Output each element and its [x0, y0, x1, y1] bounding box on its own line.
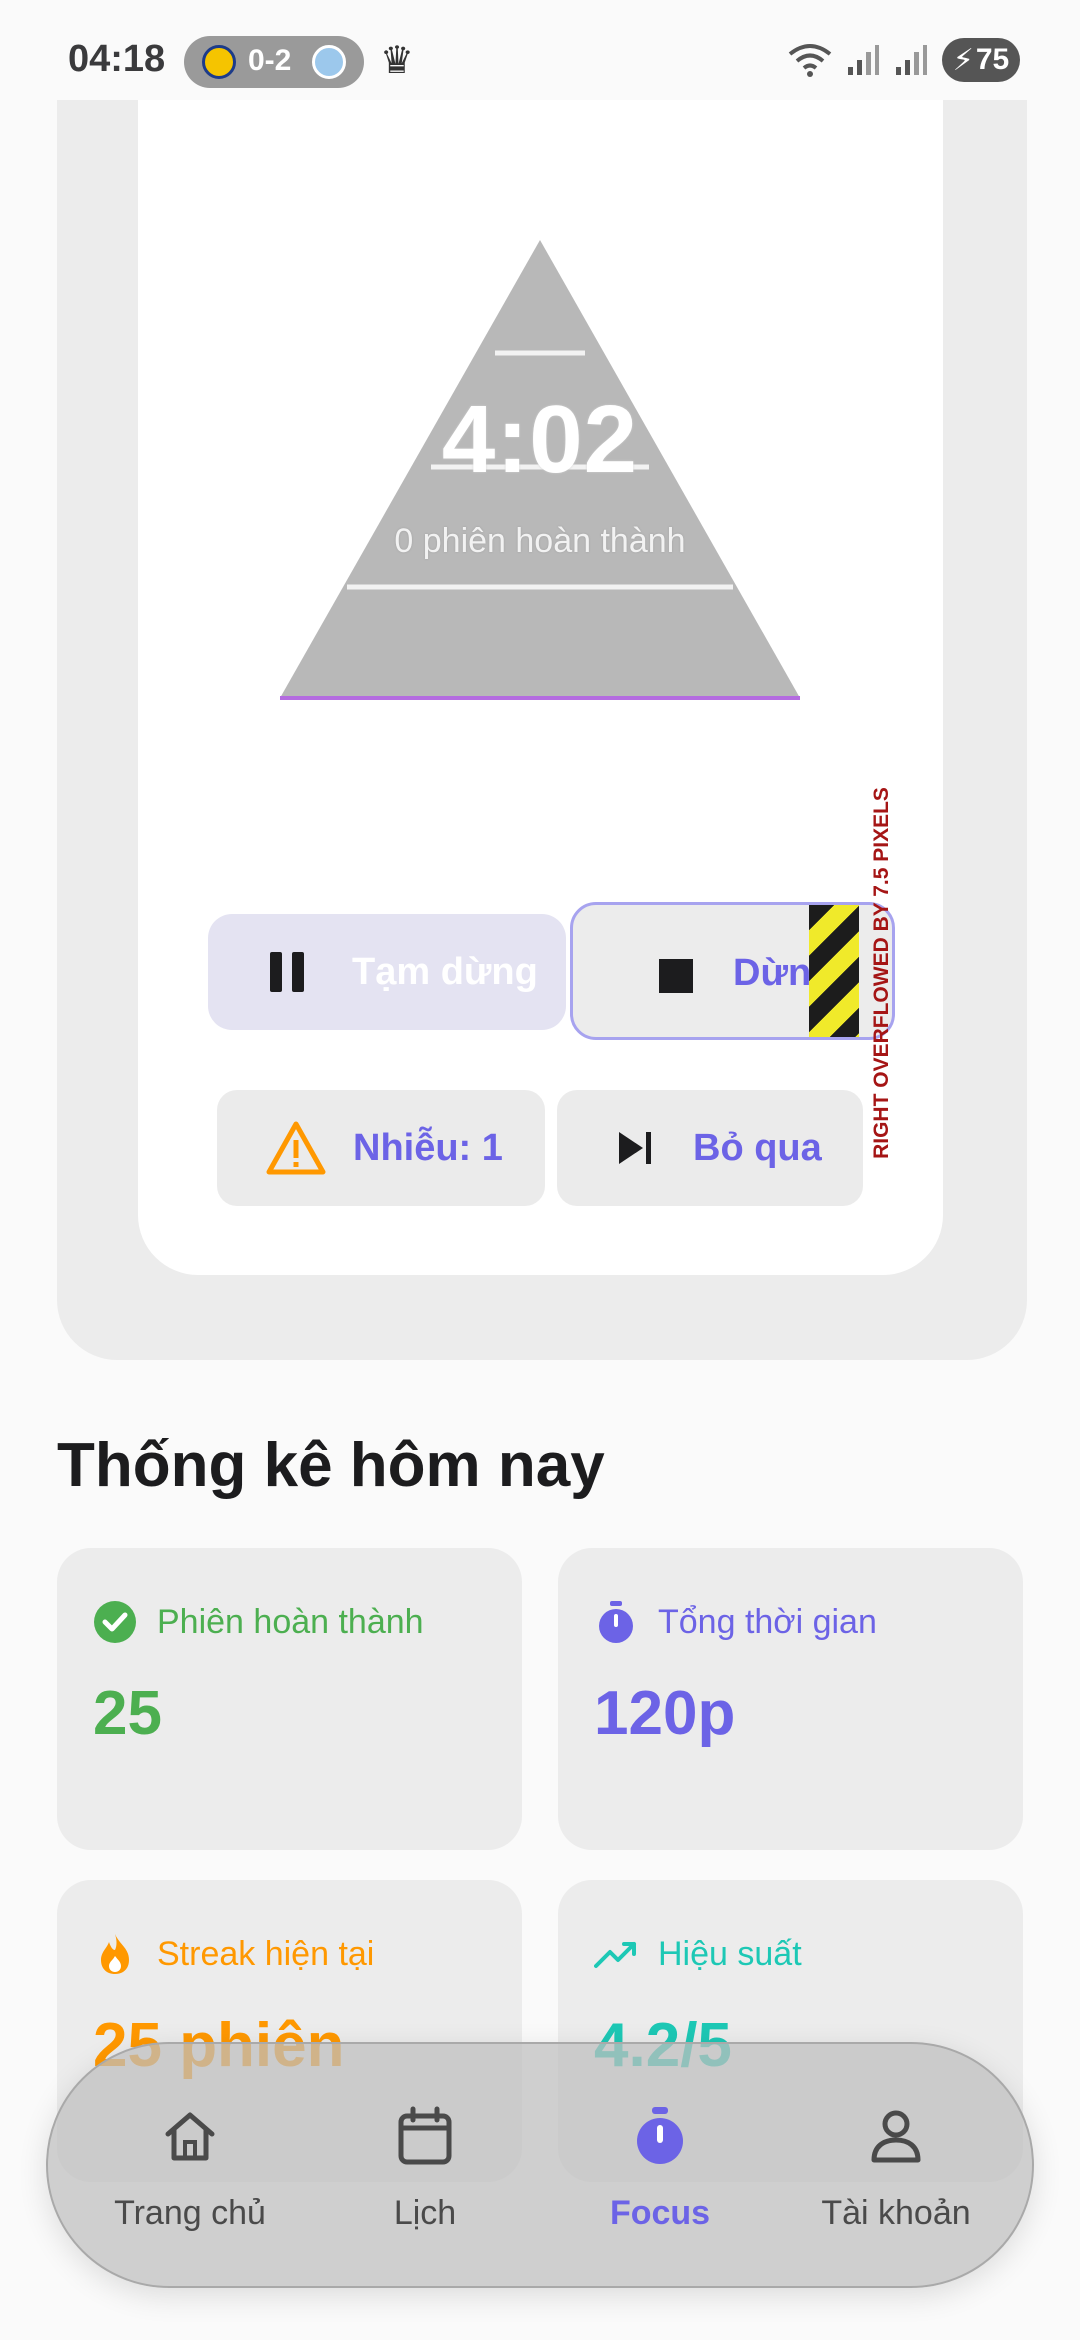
stat-label: Streak hiện tại	[157, 1934, 375, 1973]
status-bar: 04:18 0-2 ♛ ⚡ 75	[0, 0, 1080, 100]
stat-label: Phiên hoàn thành	[157, 1602, 424, 1641]
nav-label: Lịch	[393, 2194, 457, 2232]
nav-label: Trang chủ	[114, 2194, 266, 2232]
home-icon	[165, 2112, 215, 2161]
nav-label: Focus	[609, 2194, 711, 2232]
warning-icon	[266, 1121, 326, 1175]
team-badge-icon	[312, 45, 346, 79]
stat-value: 25	[93, 1679, 162, 1748]
stat-total-time: Tổng thời gian 120p	[558, 1548, 1023, 1850]
overflow-warning: RIGHT OVERFLOWED BY 7.5 PIXELS	[862, 787, 902, 1159]
nav-label: Tài khoản	[821, 2194, 971, 2232]
noise-button[interactable]: Nhiễu: 1	[217, 1090, 545, 1206]
stats-title: Thống kê hôm nay	[57, 1431, 605, 1500]
stat-label: Tổng thời gian	[658, 1602, 877, 1641]
check-circle-icon	[94, 1601, 136, 1643]
signal-icon	[848, 45, 879, 75]
skip-next-icon	[619, 1132, 651, 1164]
overflow-warning-text: RIGHT OVERFLOWED BY 7.5 PIXELS	[870, 786, 893, 1159]
noise-label: Nhiễu: 1	[353, 1126, 503, 1169]
skip-button[interactable]: Bỏ qua	[557, 1090, 863, 1206]
fire-icon	[101, 1934, 129, 1974]
live-score-pill[interactable]: 0-2	[184, 36, 364, 88]
signal-icon	[896, 45, 927, 75]
battery-level: 75	[975, 43, 1010, 76]
stat-label: Hiệu suất	[658, 1934, 802, 1973]
stopwatch-icon	[637, 2107, 683, 2164]
crown-icon: ♛	[380, 40, 415, 82]
timer-display: 4:02	[441, 386, 639, 493]
stopwatch-icon	[599, 1601, 633, 1643]
nav-item-account[interactable]: Tài khoản	[781, 2044, 1011, 2290]
sessions-completed-text: 0 phiên hoàn thành	[394, 522, 686, 560]
team-badge-icon	[202, 45, 236, 79]
nav-item-calendar[interactable]: Lịch	[310, 2044, 540, 2290]
stop-button[interactable]: Dừng	[570, 902, 895, 1040]
wifi-icon	[788, 44, 832, 77]
nav-item-home[interactable]: Trang chủ	[75, 2044, 305, 2290]
pause-button[interactable]: Tạm dừng	[208, 914, 566, 1030]
bolt-icon: ⚡	[952, 43, 974, 77]
pause-icon	[270, 952, 310, 992]
status-icons: ⚡ 75	[788, 34, 1020, 86]
pause-label: Tạm dừng	[352, 950, 538, 993]
stop-icon	[659, 959, 693, 993]
status-time: 04:18	[68, 38, 166, 80]
person-icon	[871, 2110, 921, 2163]
bottom-nav: Trang chủ Lịch Focus Tài khoản	[46, 2042, 1034, 2288]
stat-value: 120p	[594, 1679, 736, 1748]
skip-label: Bỏ qua	[693, 1126, 822, 1169]
score-text: 0-2	[248, 44, 292, 77]
calendar-icon	[398, 2106, 452, 2165]
trending-up-icon	[594, 1942, 636, 1968]
nav-item-focus[interactable]: Focus	[545, 2044, 775, 2290]
battery-indicator: ⚡ 75	[942, 38, 1020, 82]
overflow-stripe	[809, 905, 859, 1037]
stat-completed-sessions: Phiên hoàn thành 25	[57, 1548, 522, 1850]
